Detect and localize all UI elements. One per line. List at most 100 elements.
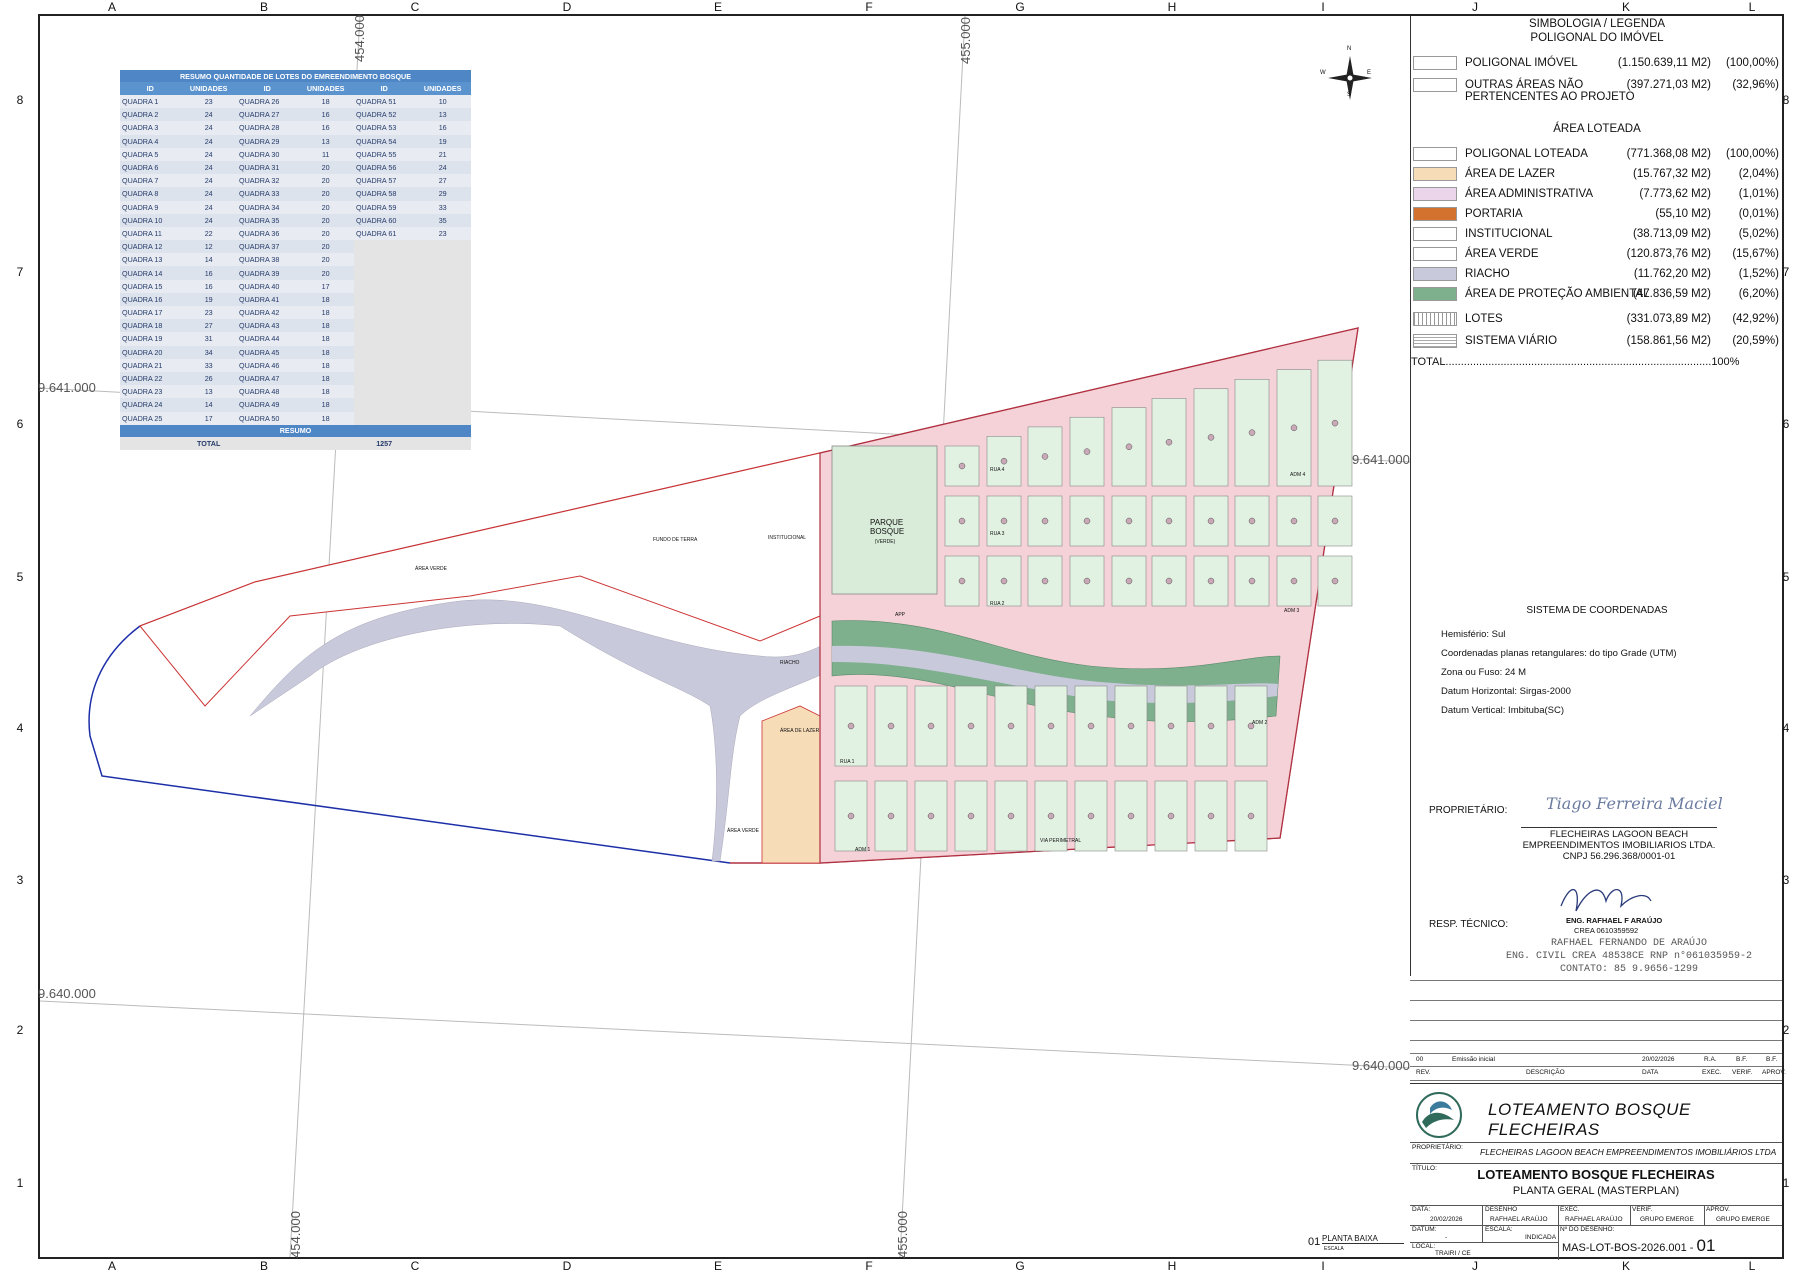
table-row: QUADRA 4 24 QUADRA 29 13 QUADRA 54 19 bbox=[120, 134, 471, 148]
grid-letter-f: F bbox=[865, 1259, 873, 1273]
table-cell-units bbox=[414, 292, 471, 306]
tech-label: RESP. TÉCNICO: bbox=[1429, 919, 1509, 930]
table-cell-id: QUADRA 54 bbox=[353, 134, 415, 148]
table-title: RESUMO QUANTIDADE DE LOTES DO EMREENDIME… bbox=[120, 70, 471, 82]
legend-percent: (32,96%) bbox=[1732, 79, 1779, 91]
legend-area: (7.773,62 M2) bbox=[1639, 188, 1711, 200]
table-cell-id: QUADRA 53 bbox=[353, 121, 415, 135]
table-cell-id bbox=[353, 306, 415, 320]
owner-tb-label: PROPRIETÁRIO: bbox=[1412, 1144, 1463, 1151]
table-cell-id bbox=[353, 240, 415, 254]
legend-label: PORTARIA bbox=[1465, 208, 1523, 220]
legend-a-row-0: POLIGONAL IMÓVEL (1.150.639,11 M2) (100,00… bbox=[1411, 56, 1781, 72]
owner-company2: EMPREENDIMENTOS IMOBILIARIOS LTDA. bbox=[1522, 840, 1716, 851]
legend-b-row-5: ÁREA VERDE (120.873,76 M2) (15,67%) bbox=[1411, 247, 1781, 263]
block-marker bbox=[1290, 517, 1298, 525]
block-marker bbox=[847, 722, 855, 730]
block-marker bbox=[1165, 438, 1173, 446]
table-cell-units: 34 bbox=[180, 345, 237, 359]
tech-name: RAFHAEL FERNANDO DE ARAÚJO bbox=[1550, 938, 1708, 949]
table-cell-id: QUADRA 38 bbox=[236, 253, 298, 267]
grid-letter-b: B bbox=[259, 1259, 268, 1273]
table-header-cell: UNIDADES bbox=[414, 82, 471, 95]
table-cell-units: 20 bbox=[297, 174, 354, 188]
table-cell-units: 20 bbox=[297, 266, 354, 280]
legend-percent: (42,92%) bbox=[1732, 313, 1779, 325]
legend-area: (1.150.639,11 M2) bbox=[1617, 57, 1711, 69]
table-cell-units: 18 bbox=[297, 358, 354, 372]
block-marker bbox=[1083, 517, 1091, 525]
adm3-label: ADM 3 bbox=[1284, 608, 1300, 614]
rua4-label: RUA 4 bbox=[990, 467, 1005, 473]
legend-percent: (0,01%) bbox=[1738, 208, 1779, 220]
block-marker bbox=[1125, 577, 1133, 585]
table-row: QUADRA 15 16 QUADRA 40 17 bbox=[120, 279, 471, 293]
table-cell-units: 10 bbox=[414, 95, 471, 109]
table-cell-id: QUADRA 9 bbox=[120, 200, 181, 214]
grid-letter-c: C bbox=[410, 0, 420, 14]
rua3-label: RUA 3 bbox=[990, 531, 1005, 537]
adm4-label: ADM 4 bbox=[1290, 472, 1306, 478]
table-cell-units: 20 bbox=[297, 187, 354, 201]
table-cell-id: QUADRA 8 bbox=[120, 187, 181, 201]
table-cell-id: QUADRA 60 bbox=[353, 213, 415, 227]
legend-label: ÁREA ADMINISTRATIVA bbox=[1465, 188, 1594, 200]
table-cell-id: QUADRA 19 bbox=[120, 332, 181, 346]
block-marker bbox=[1248, 429, 1256, 436]
table-cell-id bbox=[353, 266, 415, 280]
riacho-label: RIACHO bbox=[780, 660, 800, 666]
compass-n-label: N bbox=[1347, 46, 1352, 52]
table-header-cell: ID bbox=[353, 82, 415, 95]
legend-b-row-3: PORTARIA (55,10 M2) (0,01%) bbox=[1411, 207, 1781, 223]
block-marker bbox=[1041, 577, 1049, 585]
table-cell-id: QUADRA 20 bbox=[120, 345, 181, 359]
table-cell-units: 11 bbox=[297, 147, 354, 161]
adm1-label: ADM 1 bbox=[855, 847, 871, 853]
institucional-label: INSTITUCIONAL bbox=[768, 535, 807, 541]
data-label: DATA: bbox=[1412, 1206, 1431, 1213]
block-marker bbox=[1087, 722, 1095, 730]
table-cell-units: 24 bbox=[180, 160, 237, 175]
block-marker bbox=[1290, 577, 1298, 585]
rua1-label: RUA 1 bbox=[840, 759, 855, 765]
table-cell-units bbox=[414, 306, 471, 320]
block-marker bbox=[1083, 448, 1091, 455]
table-cell-units bbox=[414, 371, 471, 386]
table-cell-units: 20 bbox=[297, 213, 354, 227]
desenho-value: RAFHAEL ARAÚJO bbox=[1490, 1216, 1548, 1223]
block-marker bbox=[1125, 517, 1133, 525]
legend-swatch bbox=[1413, 78, 1457, 92]
tech-stamp1: ENG. RAFHAEL F ARAÚJO bbox=[1566, 916, 1663, 925]
block-marker bbox=[1007, 812, 1015, 820]
legend-label: ÁREA DE LAZER bbox=[1465, 168, 1556, 180]
block-marker bbox=[927, 812, 935, 820]
grid-letter-f: F bbox=[865, 0, 873, 14]
table-cell-id bbox=[353, 411, 415, 425]
table-cell-id: QUADRA 55 bbox=[353, 147, 415, 161]
table-cell-id bbox=[353, 345, 415, 359]
table-cell-id: QUADRA 2 bbox=[120, 108, 181, 122]
legend-b-row-0: POLIGONAL LOTEADA (771.368,08 M2) (100,00%… bbox=[1411, 147, 1781, 163]
table-cell-units: 16 bbox=[180, 279, 237, 293]
table-cell-units: 18 bbox=[297, 398, 354, 412]
table-header-cell: ID bbox=[236, 82, 298, 95]
table-cell-id: QUADRA 61 bbox=[353, 226, 415, 241]
coord-left-y1: 9.641.000 bbox=[38, 380, 96, 395]
revision-header: DESCRIÇÃO bbox=[1526, 1069, 1565, 1076]
total-label: TOTAL bbox=[120, 436, 298, 450]
table-cell-id: QUADRA 41 bbox=[236, 292, 298, 306]
legend-area: (771.368,08 M2) bbox=[1626, 148, 1711, 160]
legend-label: INSTITUCIONAL bbox=[1465, 228, 1553, 240]
legend-a-row-1: OUTRAS ÁREAS NÃO PERTENCENTES AO PROJETO(… bbox=[1411, 78, 1781, 103]
grid-number-6: 6 bbox=[16, 417, 24, 431]
legend-subtitle-area-loteada: ÁREA LOTEADA bbox=[1553, 123, 1641, 135]
coord-bottom-mid: 455.000 bbox=[895, 1211, 910, 1258]
owner-tb-value: FLECHEIRAS LAGOON BEACH EMPREENDIMENTOS … bbox=[1480, 1147, 1777, 1157]
table-row: QUADRA 18 27 QUADRA 43 18 bbox=[120, 319, 471, 333]
table-cell-units: 31 bbox=[180, 332, 237, 346]
revision-header: APROV. bbox=[1762, 1069, 1786, 1076]
table-cell-id: QUADRA 26 bbox=[236, 95, 298, 109]
legend-b-row-9: SISTEMA VIÁRIO (158.861,56 M2) (20,59%) bbox=[1411, 334, 1781, 350]
via-perimetral-label: VIA PERIMETRAL bbox=[1040, 838, 1082, 844]
table-cell-units: 16 bbox=[297, 121, 354, 135]
